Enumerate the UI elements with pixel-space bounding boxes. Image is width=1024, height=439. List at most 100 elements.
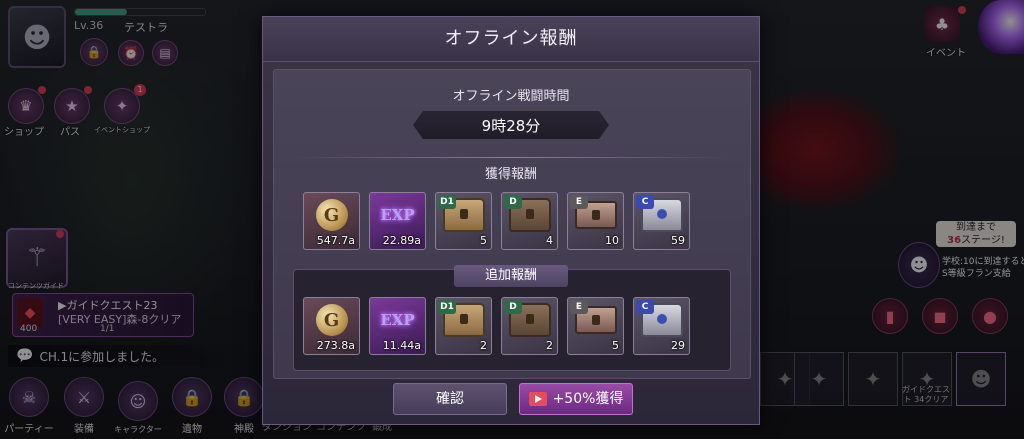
exp-icon: EXP: [370, 298, 425, 342]
school-line1: 学校:10に到達すると: [942, 257, 1024, 267]
item-count: 2: [546, 339, 553, 352]
event-orb-icon[interactable]: [978, 0, 1024, 54]
school-line2: S等級フラン支給: [942, 269, 1011, 279]
grade-badge: C: [636, 195, 654, 209]
skill-slot-2[interactable]: ✦: [794, 352, 844, 406]
extra-item-chest-c[interactable]: C 29: [633, 297, 690, 355]
grade-badge: D1: [438, 300, 456, 314]
equipment-icon: ⚔: [64, 377, 104, 417]
extra-item-exp[interactable]: EXP 11.44a: [369, 297, 426, 355]
shop-notification-dot: [38, 86, 46, 94]
content-guide-label: コンテンツガイド: [8, 282, 64, 290]
gold-coin-glyph: G: [315, 304, 348, 336]
party-icon: ☠: [9, 377, 49, 417]
bonus-reward-label: +50%獲得: [552, 391, 624, 407]
temple-lock-icon: 🔒: [224, 377, 264, 417]
item-count: 5: [480, 234, 487, 247]
extra-rewards-label: 追加報酬: [454, 265, 568, 287]
bonus-reward-button[interactable]: +50%獲得: [519, 383, 633, 415]
nav-party[interactable]: ☠ パーティー: [0, 374, 58, 439]
grade-badge: D: [504, 300, 522, 314]
skill-slot-character[interactable]: ☻: [956, 352, 1006, 406]
grade-badge: D1: [438, 195, 456, 209]
pass-icon[interactable]: ★: [54, 88, 90, 124]
nav-character[interactable]: ☺ キャラクター: [110, 374, 166, 439]
grade-badge: D: [504, 195, 522, 209]
relic-lock-icon: 🔒: [172, 377, 212, 417]
school-character-avatar: ☻: [898, 242, 940, 288]
stage-bubble-line1: 到達まで: [956, 222, 996, 233]
reward-item-chest-d[interactable]: D 4: [501, 192, 558, 250]
reward-item-chest-e[interactable]: E 10: [567, 192, 624, 250]
bottom-nav: ☠ パーティー ⚔ 装備 ☺ キャラクター 🔒 遺物 🔒 神殿: [0, 374, 270, 439]
character-icon: ☺: [118, 381, 158, 421]
guide-notification-dot: [56, 230, 64, 238]
chat-icon: 💬: [16, 348, 34, 364]
pass-label: パス: [60, 127, 80, 138]
alarm-icon[interactable]: ⏰: [118, 40, 144, 66]
exp-glyph: EXP: [380, 206, 415, 224]
grade-badge: E: [570, 300, 588, 314]
nav-party-label: パーティー: [4, 424, 54, 435]
acquired-rewards-label: 獲得報酬: [484, 167, 537, 182]
auto-battle-icon[interactable]: ▮: [872, 298, 908, 334]
exp-bar-fill: [75, 9, 127, 15]
player-level: Lv.36: [74, 19, 104, 32]
item-count: 4: [546, 234, 553, 247]
chat-bar[interactable]: 💬 CH.1に参加しました。: [8, 345, 258, 367]
reward-item-chest-c[interactable]: C 59: [633, 192, 690, 250]
event-label: イベント: [926, 48, 966, 59]
battle-time-value: 9時28分: [413, 111, 609, 139]
card-icon[interactable]: ▤: [152, 40, 178, 66]
item-count: 10: [605, 234, 619, 247]
acquired-items-row: G 547.7a EXP 22.89a D1 5 D 4 E 10 C 59: [303, 192, 690, 250]
quest-progress: 1/1: [100, 324, 115, 334]
nav-equipment-label: 装備: [74, 424, 94, 435]
extra-item-gold[interactable]: G 273.8a: [303, 297, 360, 355]
reward-item-gold[interactable]: G 547.7a: [303, 192, 360, 250]
event-notification-dot: [958, 6, 966, 14]
record-icon[interactable]: ●: [972, 298, 1008, 334]
shop-label: ショップ: [4, 127, 44, 138]
extra-items-row: G 273.8a EXP 11.44a D1 2 D 2 E 5 C 29: [303, 297, 690, 355]
modal-title: オフライン報酬: [444, 28, 578, 49]
nav-relic-label: 遺物: [182, 424, 202, 435]
divider: [293, 157, 729, 158]
gold-coin-icon: G: [304, 193, 359, 237]
school-reward-text: 学校:10に到達すると S等級フラン支給: [942, 256, 1024, 280]
nav-relic[interactable]: 🔒 遺物: [166, 374, 218, 439]
lock-icon[interactable]: 🔒: [80, 38, 108, 66]
skill-slot-3[interactable]: ✦: [848, 352, 898, 406]
confirm-button[interactable]: 確認: [393, 383, 507, 415]
item-count: 59: [671, 234, 685, 247]
exp-bar: [74, 8, 206, 16]
quest-reward-count: 400: [20, 324, 38, 334]
video-ad-icon: [528, 392, 547, 406]
item-count: 5: [612, 339, 619, 352]
item-count: 2: [480, 339, 487, 352]
item-count: 11.44a: [382, 339, 421, 352]
reward-item-chest-d1[interactable]: D1 5: [435, 192, 492, 250]
item-count: 547.7a: [316, 234, 355, 247]
extra-item-chest-d1[interactable]: D1 2: [435, 297, 492, 355]
shop-icon[interactable]: ♛: [8, 88, 44, 124]
reward-item-exp[interactable]: EXP 22.89a: [369, 192, 426, 250]
extra-item-chest-d[interactable]: D 2: [501, 297, 558, 355]
gold-coin-glyph: G: [315, 199, 348, 231]
event-shop-badge: 1: [134, 84, 146, 96]
grade-badge: E: [570, 195, 588, 209]
school-reward-panel[interactable]: ☻ 学校:10に到達すると S等級フラン支給: [898, 242, 1024, 292]
player-avatar[interactable]: ☻: [8, 6, 66, 68]
background-blood-splatter: [760, 90, 900, 210]
extra-item-chest-e[interactable]: E 5: [567, 297, 624, 355]
nav-temple-label: 神殿: [234, 424, 254, 435]
guide-quest-slot-label: ガイドクエスト 34クリア: [902, 385, 950, 404]
camera-icon[interactable]: ◼: [922, 298, 958, 334]
event-shop-label: イベントショップ: [94, 126, 150, 134]
chat-message: CH.1に参加しました。: [39, 349, 165, 364]
item-count: 29: [671, 339, 685, 352]
quest-description: [VERY EASY]森-8クリア: [58, 313, 182, 326]
nav-equipment[interactable]: ⚔ 装備: [58, 374, 110, 439]
event-icon[interactable]: ♣: [924, 6, 960, 42]
grade-badge: C: [636, 300, 654, 314]
